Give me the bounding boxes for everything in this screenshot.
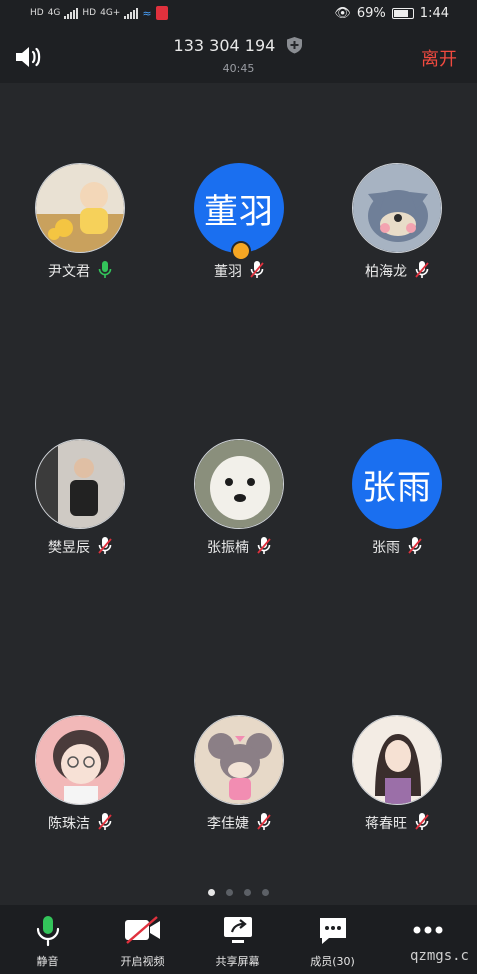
participant-name: 樊昱辰 — [48, 540, 90, 556]
participant-name: 陈珠洁 — [48, 816, 90, 832]
leave-button[interactable]: 离开 — [421, 45, 457, 71]
mic-muted-icon — [250, 261, 264, 278]
participant-name-row: 柏海龙 — [322, 261, 472, 281]
share-screen-button[interactable]: 共享屏幕 — [190, 905, 285, 974]
battery-percent: 69% — [356, 6, 386, 21]
hd-label-2: HD — [82, 8, 97, 18]
battery-fill — [393, 10, 408, 17]
mirror-selfie-photo — [36, 440, 124, 528]
page-dot[interactable] — [244, 889, 251, 896]
participant-name-row: 蒋春旺 — [322, 813, 472, 833]
avatar — [352, 715, 442, 805]
illustrated-woman-photo — [353, 716, 441, 804]
share-screen-label: 共享屏幕 — [215, 955, 260, 968]
host-badge-icon — [231, 241, 251, 261]
mic-muted-icon — [257, 537, 271, 554]
participant-name: 尹文君 — [48, 264, 90, 280]
avatar: 董羽 — [194, 163, 284, 253]
avatar — [35, 715, 125, 805]
avatar-initials: 张雨 — [362, 467, 432, 508]
wifi-icon: ≈ — [142, 6, 152, 20]
chat-bubble-icon — [319, 918, 346, 944]
meeting-toolbar: 静音 开启视频 共享屏幕 成员(30) — [0, 905, 477, 974]
watermark: qzmgs.c — [409, 948, 469, 964]
mic-muted-icon — [415, 813, 429, 830]
participant-name: 张振楠 — [207, 540, 249, 556]
meeting-id[interactable]: 133 304 194 — [0, 36, 477, 55]
avatar — [35, 439, 125, 529]
page-indicator[interactable] — [0, 889, 477, 896]
participant-name-row: 张振楠 — [164, 537, 314, 557]
microphone-icon — [36, 916, 59, 947]
mic-on-icon — [98, 261, 112, 278]
clock: 1:44 — [419, 6, 449, 21]
participant-name: 蒋春旺 — [365, 816, 407, 832]
eye-icon: 👁 — [334, 6, 351, 21]
members-label: 成员(30) — [310, 955, 355, 968]
network-type-1: 4G — [47, 8, 61, 18]
avatar — [35, 163, 125, 253]
network-indicators: HD 4G HD 4G+ ≈ — [30, 6, 168, 20]
avatar — [194, 439, 284, 529]
participant-name-row: 董羽 — [164, 261, 314, 281]
mute-label: 静音 — [36, 955, 59, 968]
more-icon — [413, 926, 442, 934]
hd-label-1: HD — [30, 8, 44, 18]
participant-name: 李佳婕 — [207, 816, 249, 832]
start-video-button[interactable]: 开启视频 — [95, 905, 190, 974]
recording-mic-icon — [155, 6, 168, 20]
avatar-initials: 董羽 — [204, 191, 274, 232]
participant-name-row: 李佳婕 — [164, 813, 314, 833]
battery-icon — [391, 8, 414, 19]
mic-muted-icon — [98, 537, 112, 554]
page-dot[interactable] — [226, 889, 233, 896]
participant-name-row: 尹文君 — [5, 261, 155, 281]
participant-name: 柏海龙 — [365, 264, 407, 280]
avatar: 张雨 — [352, 439, 442, 529]
mic-muted-icon — [98, 813, 112, 830]
signal-icon-1 — [64, 7, 79, 19]
cartoon-mouse-photo — [195, 716, 283, 804]
participant-name-row: 张雨 — [322, 537, 472, 557]
mic-muted-icon — [415, 261, 429, 278]
signal-icon-2 — [124, 7, 139, 19]
mute-button[interactable]: 静音 — [0, 905, 95, 974]
mic-muted-icon — [257, 813, 271, 830]
meeting-id-text: 133 304 194 — [173, 36, 276, 55]
meeting-header: 133 304 194 40:45 离开 — [0, 30, 477, 83]
avatar — [352, 163, 442, 253]
participant-name: 董羽 — [214, 264, 242, 280]
participant-name: 张雨 — [372, 540, 400, 556]
status-bar: HD 4G HD 4G+ ≈ 👁 69% 1:44 — [0, 0, 477, 30]
share-screen-icon — [223, 917, 252, 943]
video-off-icon — [124, 916, 160, 944]
members-button[interactable]: 成员(30) — [285, 905, 380, 974]
network-type-2: 4G+ — [100, 8, 121, 18]
page-dot[interactable] — [262, 889, 269, 896]
page-dot[interactable] — [208, 889, 215, 896]
meeting-duration: 40:45 — [222, 62, 255, 75]
participant-name-row: 陈珠洁 — [5, 813, 155, 833]
dog-photo — [195, 440, 283, 528]
avatar — [194, 715, 284, 805]
cartoon-girl-photo — [36, 716, 124, 804]
start-video-label: 开启视频 — [120, 955, 165, 968]
baby-photo — [36, 164, 124, 252]
mic-muted-icon — [408, 537, 422, 554]
participant-name-row: 樊昱辰 — [5, 537, 155, 557]
shield-icon — [287, 37, 303, 54]
cartoon-cat-photo — [353, 164, 441, 252]
